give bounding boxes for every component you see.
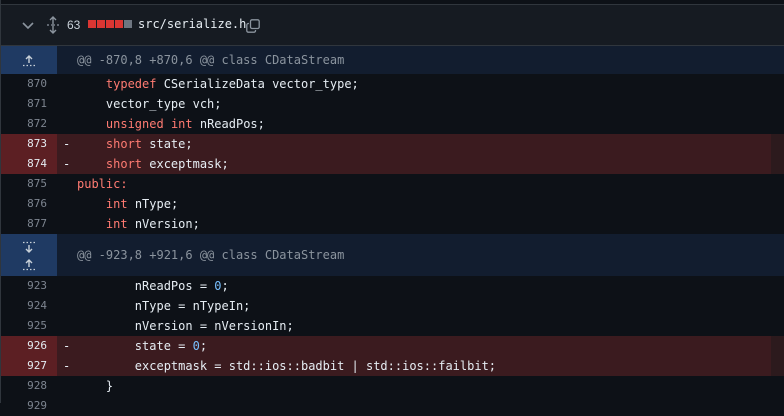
- deleted-line: 927- exceptmask = std::ios::badbit | std…: [1, 356, 784, 376]
- line-number[interactable]: 873: [1, 134, 57, 154]
- line-number[interactable]: 925: [1, 316, 57, 336]
- code-text: nVersion = nVersionIn;: [134, 319, 294, 333]
- diffstat-square: [115, 20, 123, 28]
- code-text: int nType;: [105, 197, 179, 211]
- diffstat-square: [106, 20, 114, 28]
- code-text: short exceptmask;: [105, 157, 229, 171]
- diffstat-square: [97, 20, 105, 28]
- line-number[interactable]: 927: [1, 356, 57, 376]
- context-line: 925 nVersion = nVersionIn;: [1, 316, 784, 336]
- hunk-header: @@ -923,8 +921,6 @@ class CDataStream: [1, 234, 784, 276]
- deleted-line: 926- state = 0;: [1, 336, 784, 356]
- code-text: unsigned int nReadPos;: [105, 117, 265, 131]
- line-number[interactable]: 872: [1, 114, 57, 134]
- context-line: 924 nType = nTypeIn;: [1, 296, 784, 316]
- context-line: 928 }: [1, 376, 784, 396]
- context-line: 877 int nVersion;: [1, 214, 784, 234]
- deleted-line: 874- short exceptmask;: [1, 154, 784, 174]
- diff-lines: @@ -870,8 +870,6 @@ class CDataStream 870…: [1, 46, 784, 416]
- expand-up-icon[interactable]: [21, 258, 37, 271]
- changes-count: 63: [67, 18, 81, 32]
- context-line: 876 int nType;: [1, 194, 784, 214]
- expand-hunk-gutter[interactable]: [1, 46, 57, 74]
- expand-all-icon[interactable]: [45, 16, 61, 34]
- line-number[interactable]: 877: [1, 214, 57, 234]
- diff-file-view: 63 src/serialize.h @@ -870,8 +870,6 @@ c…: [0, 0, 784, 412]
- chevron-down-icon[interactable]: [21, 18, 35, 32]
- context-line: 923 nReadPos = 0;: [1, 276, 784, 296]
- code-text: int nVersion;: [105, 217, 200, 231]
- code-text: nReadPos = 0;: [134, 279, 229, 293]
- line-number[interactable]: 875: [1, 174, 57, 194]
- diff-sign: -: [63, 359, 71, 373]
- line-number[interactable]: 926: [1, 336, 57, 356]
- line-number[interactable]: 923: [1, 276, 57, 296]
- expand-down-icon[interactable]: [21, 240, 37, 253]
- expand-hunk-gutter[interactable]: [1, 234, 57, 276]
- hunk-header: @@ -870,8 +870,6 @@ class CDataStream: [1, 46, 784, 74]
- line-number[interactable]: 874: [1, 154, 57, 174]
- hunk-header-text: @@ -923,8 +921,6 @@ class CDataStream: [77, 248, 345, 262]
- file-name-link[interactable]: src/serialize.h: [138, 17, 246, 31]
- hunk-header-text: @@ -870,8 +870,6 @@ class CDataStream: [77, 53, 345, 67]
- file-header: 63 src/serialize.h: [1, 4, 784, 46]
- copy-icon[interactable]: [246, 19, 260, 33]
- line-number[interactable]: 870: [1, 74, 57, 94]
- context-line: 929: [1, 396, 784, 416]
- code-text: typedef CSerializeData vector_type;: [105, 77, 359, 91]
- line-number[interactable]: 871: [1, 94, 57, 114]
- diff-sign: -: [63, 137, 71, 151]
- diffstat-square: [88, 20, 96, 28]
- diffstat-square: [124, 20, 132, 28]
- context-line: 872 unsigned int nReadPos;: [1, 114, 784, 134]
- code-text: state = 0;: [134, 339, 208, 353]
- code-text: nType = nTypeIn;: [134, 299, 251, 313]
- line-number[interactable]: 929: [1, 396, 57, 416]
- context-line: 871 vector_type vch;: [1, 94, 784, 114]
- line-number[interactable]: 876: [1, 194, 57, 214]
- line-number[interactable]: 924: [1, 296, 57, 316]
- code-text: short state;: [105, 137, 193, 151]
- code-text: public:: [77, 177, 128, 191]
- code-text: }: [105, 379, 114, 393]
- code-text: vector_type vch;: [105, 97, 222, 111]
- diffstat-bar: [88, 20, 132, 28]
- code-text: exceptmask = std::ios::badbit | std::ios…: [134, 359, 497, 373]
- context-line: 870 typedef CSerializeData vector_type;: [1, 74, 784, 94]
- line-number[interactable]: 928: [1, 376, 57, 396]
- expand-up-icon[interactable]: [21, 54, 37, 67]
- diff-sign: -: [63, 339, 71, 353]
- deleted-line: 873- short state;: [1, 134, 784, 154]
- context-line: 875 public:: [1, 174, 784, 194]
- diff-sign: -: [63, 157, 71, 171]
